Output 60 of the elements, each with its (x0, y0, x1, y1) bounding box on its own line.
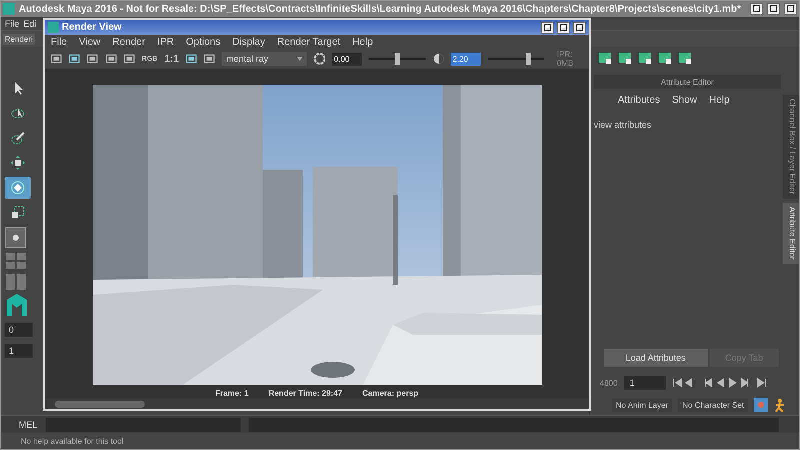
slider-thumb[interactable] (395, 53, 400, 65)
command-label: MEL (19, 420, 38, 430)
current-frame-field[interactable]: 1 (624, 376, 666, 390)
menu-item[interactable]: File (51, 36, 68, 48)
maya-logo-icon (5, 294, 29, 316)
ipr-memory-label: IPR: 0MB (557, 50, 575, 68)
app-logo-icon (3, 3, 15, 15)
real-size-button[interactable]: 1:1 (164, 54, 180, 64)
rotate-tool-icon (11, 181, 25, 195)
frame-field[interactable]: 0 (5, 323, 33, 337)
shelf-tab[interactable]: Renderi (3, 34, 36, 44)
shelf-icon[interactable] (638, 51, 652, 65)
anim-layer-dropdown[interactable]: No Anim Layer (612, 398, 672, 412)
slider-thumb[interactable] (526, 53, 532, 65)
help-line: No help available for this tool (21, 436, 124, 446)
lasso-select-icon (11, 106, 25, 120)
horizontal-scrollbar[interactable] (45, 399, 589, 409)
menu-item[interactable]: File (5, 18, 20, 28)
frame-field[interactable]: 1 (5, 344, 33, 358)
gamma-icon[interactable] (432, 53, 444, 65)
side-tab[interactable]: Attribute Editor (783, 202, 799, 264)
menu-item[interactable]: Options (186, 36, 221, 48)
render-info: Frame: 1 (215, 389, 249, 398)
menu-item[interactable]: Help (709, 95, 730, 106)
window-title: Render View (62, 22, 123, 33)
menu-item[interactable]: IPR (157, 36, 174, 48)
character-set-dropdown[interactable]: No Character Set (678, 398, 748, 412)
caret-icon (296, 57, 303, 61)
render-info: Camera: persp (362, 389, 419, 398)
shelf-icon[interactable] (618, 51, 632, 65)
gamma-field[interactable]: 2.20 (450, 52, 481, 66)
shelf-icon[interactable] (598, 51, 612, 65)
menu-item[interactable]: Attributes (618, 95, 660, 106)
menu-item[interactable]: Render (112, 36, 146, 48)
exposure-icon[interactable] (314, 53, 326, 65)
attribute-editor-title: Attribute Editor (661, 78, 714, 86)
menu-item[interactable]: Edi (24, 18, 37, 28)
window-title: Autodesk Maya 2016 - Not for Resale: D:\SP_Effects\Contracts\InfiniteSkills\Learning Autodesk Maya 2016\Chapters\Chapter8\Projects\scenes\city1.mb* (19, 4, 742, 14)
command-input[interactable] (46, 418, 241, 432)
menu-item[interactable]: View (79, 36, 101, 48)
menu-item[interactable]: Show (672, 95, 698, 106)
menu-item[interactable]: Render Target (277, 36, 341, 48)
scale-tool-icon (11, 206, 25, 220)
menu-item[interactable]: Display (232, 36, 266, 48)
shelf-icon[interactable] (658, 51, 672, 65)
menu-item[interactable]: Help (352, 36, 374, 48)
render-info: Render Time: 29:47 (268, 389, 342, 398)
key-icon[interactable] (754, 398, 768, 412)
shelf-icon[interactable] (678, 51, 692, 65)
range-end-label: 4800 (600, 378, 618, 388)
move-tool-icon (11, 156, 25, 170)
side-tab[interactable]: Channel Box / Layer Editor (783, 95, 799, 199)
app-logo-icon (48, 22, 59, 33)
paint-select-icon (11, 131, 25, 145)
panel-button[interactable]: Load Attributes (604, 349, 708, 367)
hint-text: view attributes (593, 119, 653, 130)
renderer-dropdown[interactable]: mental ray (222, 52, 307, 66)
exposure-field[interactable]: 0.00 (332, 52, 362, 66)
layout-icon[interactable] (5, 227, 27, 249)
running-figure-icon[interactable] (774, 398, 786, 412)
